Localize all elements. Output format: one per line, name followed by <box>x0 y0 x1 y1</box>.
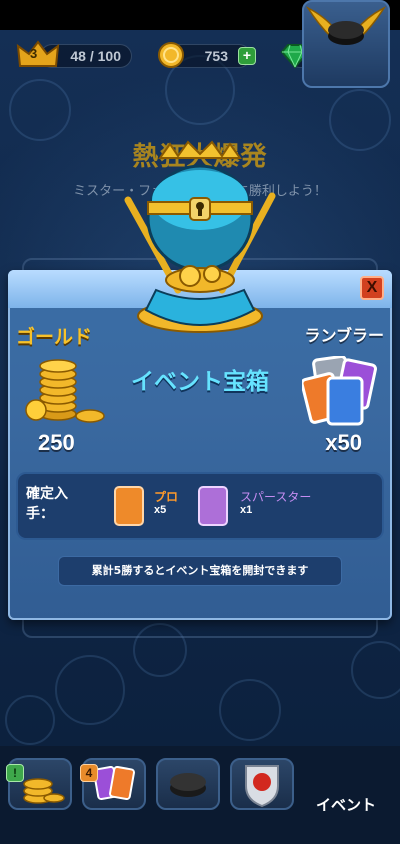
gold-label: ゴールド <box>16 326 93 348</box>
rumbler-label: ランブラー <box>304 326 384 345</box>
nav-event-label: イベント <box>315 796 376 814</box>
gold-amount: 250 <box>38 430 75 455</box>
rumbler-amount: x50 <box>325 430 362 455</box>
guaranteed-label: 確定入手： <box>26 486 68 522</box>
shield-icon <box>245 765 279 808</box>
cards-count-badge: 4 <box>80 764 98 782</box>
superstar-rarity-count: x1 <box>240 504 253 516</box>
puck-icon <box>170 773 206 797</box>
coin-icon <box>158 42 184 68</box>
pro-card-icon <box>114 486 144 526</box>
trophy-progress-value: 48 / 100 <box>70 48 121 64</box>
crown-icon <box>16 40 60 67</box>
buy-coins-button[interactable]: + <box>238 47 256 65</box>
chest-title: イベント宝箱 <box>131 369 269 395</box>
winged-puck-icon <box>305 6 387 45</box>
superstar-rarity-name: スパースター <box>240 490 312 504</box>
unlock-info: 累計5勝するとイベント宝箱を開封できます <box>58 556 342 586</box>
nav-play[interactable] <box>156 758 220 810</box>
nav-event[interactable] <box>302 0 390 88</box>
superstar-card-icon <box>198 486 228 526</box>
guaranteed-rewards-panel: 確定入手： プロ x5 スパースター x1 <box>16 472 384 540</box>
player-level: 3 <box>30 46 38 61</box>
shop-alert-badge: ! <box>6 764 24 782</box>
event-chest-icon <box>124 140 276 333</box>
nav-league[interactable] <box>230 758 294 810</box>
pro-rarity-count: x5 <box>154 504 167 516</box>
pro-rarity-name: プロ <box>154 490 179 504</box>
coin-value: 753 <box>204 48 228 64</box>
close-button[interactable]: X <box>360 276 384 300</box>
